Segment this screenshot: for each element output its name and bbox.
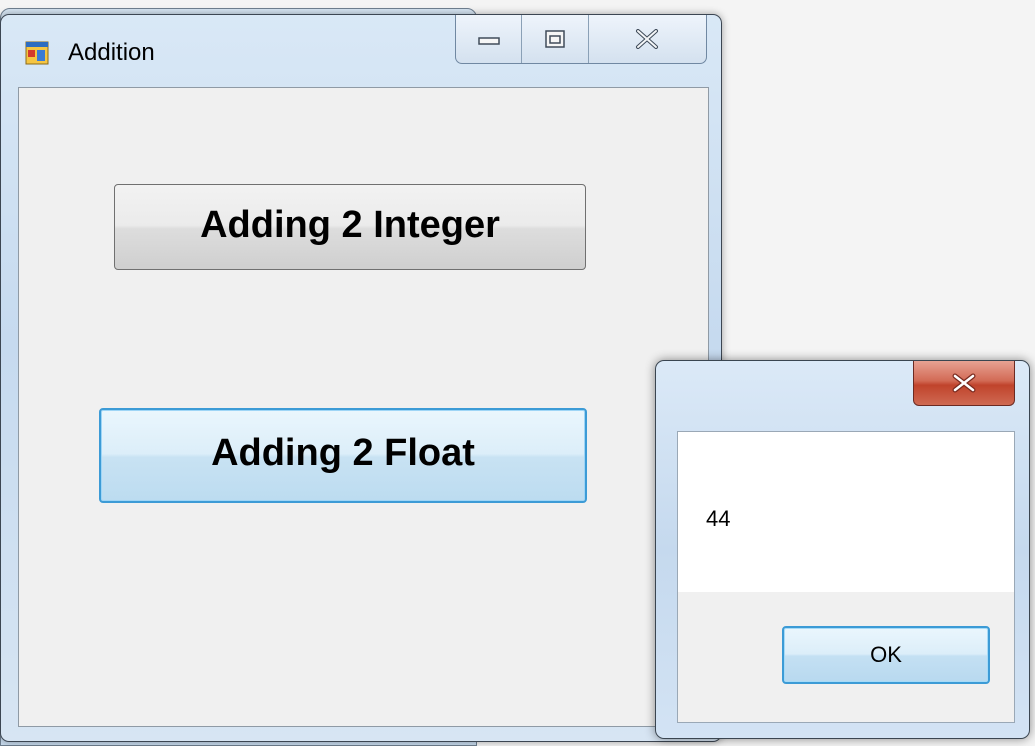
close-button[interactable] [589,15,706,63]
ok-button[interactable]: OK [782,626,990,684]
maximize-icon [545,30,565,48]
message-content-area: 44 [678,432,1014,592]
message-box-body: 44 OK [677,431,1015,723]
adding-2-integer-label: Adding 2 Integer [200,203,500,246]
maximize-button[interactable] [522,15,589,63]
window-title: Addition [68,39,155,66]
title-bar[interactable]: Addition [1,15,721,85]
minimize-icon [477,37,500,45]
close-icon [952,373,976,393]
minimize-button[interactable] [456,15,523,63]
adding-2-float-label: Adding 2 Float [211,432,475,474]
adding-2-float-button[interactable]: Adding 2 Float [99,408,587,503]
form-client-area: Adding 2 Integer Adding 2 Float [18,87,709,727]
close-icon [636,29,659,49]
app-form-icon [25,41,49,65]
caption-buttons [455,15,707,64]
ok-button-label: OK [870,642,902,667]
adding-2-integer-button[interactable]: Adding 2 Integer [114,184,586,270]
message-box: 44 OK [655,360,1030,739]
message-text: 44 [706,506,731,531]
addition-window: Addition Adding 2 Integer Adding 2 Float [0,14,722,742]
message-box-close-button[interactable] [913,361,1015,406]
